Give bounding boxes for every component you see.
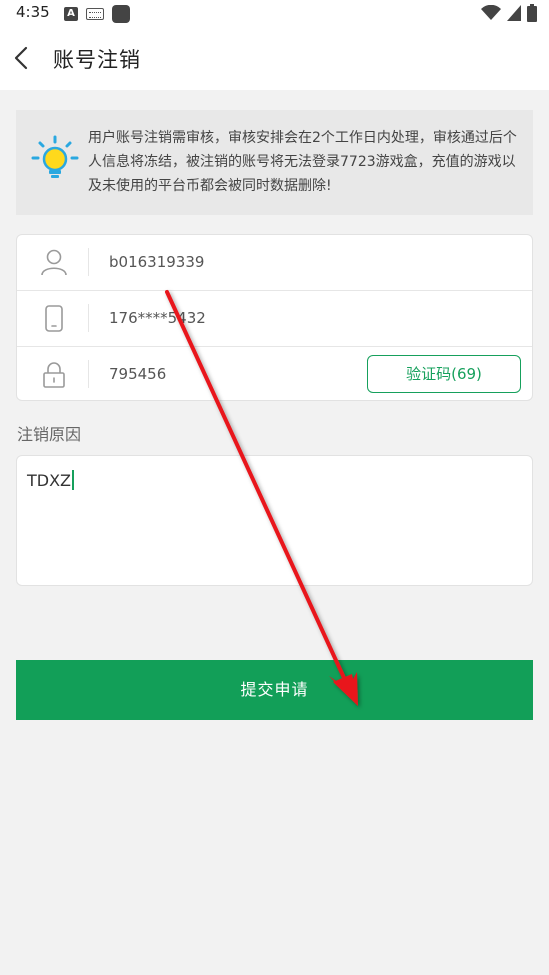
back-button[interactable] (10, 42, 38, 74)
status-system-icons (481, 4, 537, 22)
row-divider (88, 248, 89, 276)
page-title: 账号注销 (53, 48, 141, 72)
square-icon (112, 5, 130, 23)
reason-text: TDXZ (27, 471, 72, 490)
lock-icon (43, 362, 65, 388)
app-header: 账号注销 (0, 26, 549, 90)
text-caret (72, 470, 75, 490)
row-divider (88, 360, 89, 388)
notice-text: 用户账号注销需审核，审核安排会在2个工作日内处理，审核通过后个人信息将冻结，被注… (88, 130, 517, 194)
reason-textarea[interactable]: TDXZ (16, 455, 533, 586)
notice-banner: 用户账号注销需审核，审核安排会在2个工作日内处理，审核通过后个人信息将冻结，被注… (16, 110, 533, 215)
code-row: 795456 验证码(69) (17, 346, 532, 401)
get-code-button[interactable]: 验证码(69) (367, 355, 521, 393)
battery-icon (527, 4, 537, 22)
phone-icon (45, 305, 63, 332)
reason-label: 注销原因 (17, 425, 82, 444)
user-icon (41, 249, 67, 276)
phone-value: 176****5432 (109, 309, 206, 327)
status-time: 4:35 (16, 3, 50, 21)
lightbulb-icon (31, 135, 79, 178)
signal-icon (507, 5, 521, 21)
reason-text-wrap: TDXZ (27, 470, 75, 490)
account-value: b016319339 (109, 253, 205, 271)
phone-row: 176****5432 (17, 290, 532, 345)
row-divider (88, 304, 89, 332)
wifi-icon (481, 5, 501, 20)
submit-button[interactable]: 提交申请 (16, 660, 533, 720)
status-bar: 4:35 A (0, 0, 549, 26)
status-notification-icons: A (64, 5, 130, 23)
account-form: b016319339 176****5432 795456 验证码(69) (16, 234, 533, 401)
verification-code-input[interactable]: 795456 (109, 365, 166, 383)
chevron-left-icon (14, 46, 28, 70)
a-icon: A (64, 7, 78, 21)
keyboard-icon (86, 8, 104, 20)
account-row: b016319339 (17, 235, 532, 290)
